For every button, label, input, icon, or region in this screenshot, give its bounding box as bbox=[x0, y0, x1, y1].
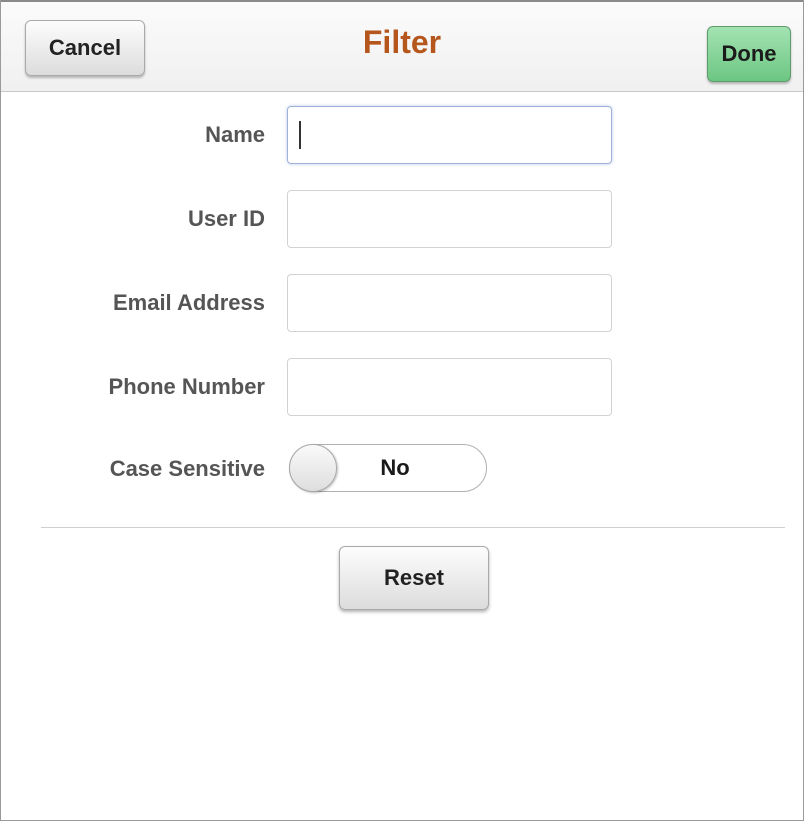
name-field[interactable] bbox=[287, 106, 612, 164]
name-label: Name bbox=[205, 122, 265, 147]
user-id-label: User ID bbox=[187, 206, 265, 231]
divider bbox=[41, 527, 785, 528]
toggle-value: No bbox=[380, 455, 410, 480]
case-sensitive-label: Case Sensitive bbox=[109, 456, 265, 481]
done-button[interactable]: Done bbox=[707, 26, 791, 82]
header-bar: Cancel Filter Done bbox=[1, 0, 803, 92]
phone-number-label: Phone Number bbox=[108, 374, 265, 399]
filter-panel: Cancel Filter Done Name User ID Email Ad… bbox=[0, 0, 804, 821]
email-address-label: Email Address bbox=[112, 290, 265, 315]
reset-button[interactable]: Reset bbox=[339, 546, 489, 610]
page-title: Filter bbox=[362, 24, 442, 60]
email-address-field[interactable] bbox=[287, 274, 612, 332]
user-id-field[interactable] bbox=[287, 190, 612, 248]
toggle-knob bbox=[289, 444, 337, 492]
phone-number-field[interactable] bbox=[287, 358, 612, 416]
case-sensitive-toggle[interactable]: No bbox=[289, 444, 487, 492]
text-caret bbox=[299, 121, 301, 149]
